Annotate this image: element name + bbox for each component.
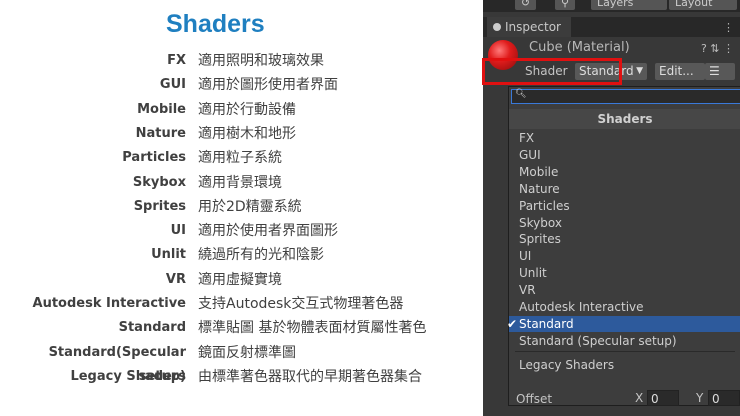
shader-item[interactable]: UI: [509, 248, 740, 264]
shader-row-name: Particles: [122, 150, 186, 166]
layout-dropdown[interactable]: Layout: [669, 0, 737, 10]
shader-row-description: 支持Autodesk交互式物理著色器: [198, 296, 404, 312]
shader-item-label: Standard: [519, 316, 574, 331]
shader-item-label: FX: [519, 131, 535, 145]
shader-row-description: 適用照明和玻璃效果: [198, 53, 324, 69]
shader-row-description: 適用虛擬實境: [198, 271, 282, 288]
menu-button[interactable]: ☰: [705, 63, 735, 80]
divider: [515, 351, 735, 352]
shader-row-description: 適用於行動設備: [198, 101, 296, 118]
shader-item[interactable]: Skybox: [509, 215, 740, 231]
shader-row: Skybox 適用背景環境: [0, 171, 282, 195]
shader-item[interactable]: Sprites: [509, 231, 740, 247]
shader-row: Nature 適用樹木和地形: [0, 122, 296, 146]
shader-row: Particles 適用粒子系統: [0, 146, 282, 170]
shader-row-name: Skybox: [132, 174, 186, 190]
shader-row-description: 適用背景環境: [198, 174, 282, 191]
shader-row-description: 適用於使用者界面圖形: [198, 223, 338, 240]
checkmark-icon: ✔: [507, 316, 518, 331]
shader-search-input[interactable]: 🔍︎: [511, 89, 740, 104]
shader-row-name: Autodesk Interactive: [32, 296, 186, 311]
shader-row-name: Sprites: [133, 198, 186, 214]
shader-row-description: 適用於圖形使用者界面: [198, 77, 338, 94]
shader-row-description: 標準貼圖 基於物體表面材質屬性著色: [198, 320, 427, 337]
highlight-box: [482, 58, 622, 85]
shader-row: Legacy Shaders 由標準著色器取代的早期著色器集合: [0, 365, 422, 389]
shader-row: Standard(Specular setup) 鏡面反射標準圖: [0, 341, 296, 384]
shader-item-label: Autodesk Interactive: [519, 300, 644, 314]
shader-row-description: 繞過所有的光和陰影: [198, 247, 324, 264]
shader-row-description: 適用樹木和地形: [198, 125, 296, 142]
shader-item-label: Particles: [519, 198, 570, 213]
shader-row-name: Mobile: [137, 101, 186, 117]
chevron-down-icon: ▼: [636, 66, 643, 76]
shader-item[interactable]: Autodesk Interactive: [509, 299, 740, 315]
tab-inspector[interactable]: Inspector: [487, 17, 571, 37]
search-icon: 🔍︎: [515, 89, 527, 99]
tab-inspector-label: Inspector: [505, 20, 561, 34]
shader-row-name: Standard: [118, 320, 186, 336]
shader-item[interactable]: VR: [509, 282, 740, 298]
shader-row-name: UI: [170, 223, 186, 239]
shader-row: VR 適用虛擬實境: [0, 268, 282, 292]
shader-item[interactable]: Nature: [509, 181, 740, 197]
slide-title: Shaders: [166, 10, 265, 38]
shader-item-label: Skybox: [519, 215, 562, 230]
shader-row: Standard 標準貼圖 基於物體表面材質屬性著色: [0, 316, 427, 340]
shader-item-label: Unlit: [519, 266, 547, 281]
shader-item-legacy[interactable]: Legacy Shaders: [509, 357, 740, 373]
offset-x-field[interactable]: 0: [647, 390, 679, 406]
offset-y-field[interactable]: 0: [708, 390, 740, 406]
layers-dropdown[interactable]: Layers: [591, 0, 667, 10]
shader-item[interactable]: Particles: [509, 198, 740, 214]
shader-row: Unlit 繞過所有的光和陰影: [0, 243, 324, 267]
tab-menu-icon[interactable]: ⋮: [723, 21, 734, 34]
shader-item-label: GUI: [519, 147, 541, 162]
top-toolbar: ↺ ⚲ Layers Layout: [483, 0, 740, 12]
shader-row-description: 用於2D精靈系統: [198, 198, 302, 215]
shader-row-description: 鏡面反射標準圖: [198, 344, 296, 361]
shader-item[interactable]: FX: [509, 130, 740, 146]
search-icon[interactable]: ⚲: [555, 0, 576, 10]
edit-button[interactable]: Edit...: [655, 63, 705, 80]
shader-row: Mobile 適用於行動設備: [0, 98, 296, 122]
shader-row-name: Legacy Shaders: [70, 368, 186, 384]
shader-item-label: UI: [519, 249, 532, 264]
header-options-icon[interactable]: ? ⇅ ⋮: [701, 42, 734, 55]
shader-item[interactable]: Unlit: [509, 265, 740, 281]
shader-item-label: VR: [519, 283, 536, 298]
x-label: X: [635, 391, 644, 405]
list-icon: ☰: [709, 64, 720, 78]
shader-row: Autodesk Interactive 支持Autodesk交互式物理著色器: [0, 292, 404, 316]
history-icon[interactable]: ↺: [515, 0, 537, 10]
shader-row: Sprites 用於2D精靈系統: [0, 195, 302, 219]
shader-item[interactable]: Standard (Specular setup): [509, 333, 740, 349]
shader-item[interactable]: GUI: [509, 147, 740, 163]
shader-row-name: Unlit: [151, 247, 186, 263]
popup-header: Shaders: [509, 109, 740, 129]
shader-row-name: FX: [167, 53, 186, 68]
shader-row-name: Nature: [135, 125, 186, 141]
y-label: Y: [696, 391, 704, 405]
shader-row: GUI 適用於圖形使用者界面: [0, 73, 338, 97]
shader-row-name: VR: [165, 271, 186, 287]
shader-row-description: 適用粒子系統: [198, 150, 282, 167]
shader-row-description: 由標準著色器取代的早期著色器集合: [198, 368, 422, 385]
shader-item-label: Nature: [519, 181, 560, 196]
shader-row: UI 適用於使用者界面圖形: [0, 219, 338, 243]
tab-bar: Inspector ⋮: [483, 17, 740, 37]
shader-row-name: GUI: [159, 77, 186, 93]
shader-item-label: Sprites: [519, 232, 561, 247]
material-name: Cube (Material): [529, 40, 630, 55]
shader-item[interactable]: Mobile: [509, 164, 740, 180]
info-icon: [493, 23, 501, 31]
shader-item-label: Mobile: [519, 164, 559, 179]
shader-popup: 🔍︎ Shaders FX GUI Mobile Nature Particles Sky…: [507, 86, 740, 406]
shader-row: FX 適用照明和玻璃效果: [0, 49, 324, 73]
shader-item[interactable]: ✔ Standard: [507, 315, 740, 332]
offset-label: Offset: [516, 392, 553, 406]
shader-item-label: Standard (Specular setup): [519, 333, 677, 348]
